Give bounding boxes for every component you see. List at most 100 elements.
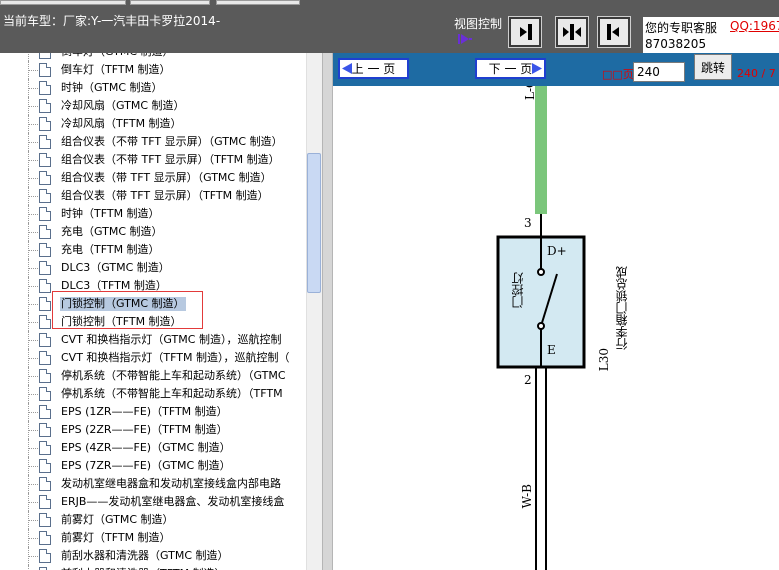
prev-page-label: 上 一 页	[351, 62, 396, 76]
tree-item[interactable]: 冷却风扇（GTMC 制造）	[0, 97, 306, 115]
document-icon	[39, 315, 51, 329]
tree-item[interactable]: 发动机室继电器盒和发动机室接线盒内部电路	[0, 475, 306, 493]
tree-branch-line	[29, 88, 38, 89]
document-icon	[39, 243, 51, 257]
tree-item[interactable]: ERJB——发动机室继电器盒、发动机室接线盒	[0, 493, 306, 511]
tree-item[interactable]: 门锁控制（GTMC 制造）	[0, 295, 306, 313]
tree-branch-line	[29, 538, 38, 539]
tree-item-label[interactable]: 充电（GTMC 制造）	[60, 225, 164, 239]
document-icon	[39, 423, 51, 437]
tree-item-label[interactable]: 充电（TFTM 制造）	[60, 243, 161, 257]
tree-branch-line	[29, 448, 38, 449]
tree-item[interactable]: EPS (4ZR——FE)（GTMC 制造）	[0, 439, 306, 457]
tree-item-label[interactable]: 时钟（TFTM 制造）	[60, 207, 161, 221]
tree-item-label[interactable]: CVT 和换档指示灯（GTMC 制造），巡航控制	[60, 333, 282, 347]
next-page-label: 下 一 页	[488, 62, 533, 76]
document-icon	[39, 495, 51, 509]
tree-item-label[interactable]: 门锁控制（GTMC 制造）	[60, 297, 186, 311]
qq-number: 87038205	[645, 37, 707, 51]
tree-scrollbar[interactable]	[306, 53, 322, 570]
tree-item-label[interactable]: 停机系统（不带智能上车和起动系统）（GTMC	[60, 369, 287, 383]
pin-e-label: E	[547, 343, 556, 357]
vehicle-title: 当前车型：厂家:Y-一汽丰田卡罗拉2014-	[3, 14, 221, 28]
tree-item[interactable]: 组合仪表（不带 TFT 显示屏）（TFTM 制造）	[0, 151, 306, 169]
tree-item[interactable]: 冷却风扇（TFTM 制造）	[0, 115, 306, 133]
tree-branch-line	[29, 376, 38, 377]
tree-item[interactable]: 充电（GTMC 制造）	[0, 223, 306, 241]
tree-item[interactable]: 前雾灯（GTMC 制造）	[0, 511, 306, 529]
jump-button[interactable]: 跳转	[694, 54, 732, 80]
panel-splitter[interactable]	[322, 53, 333, 570]
tree-item[interactable]: 前雾灯（TFTM 制造）	[0, 529, 306, 547]
qq-link[interactable]: QQ:1967	[730, 19, 779, 33]
wire-top-label: L-O	[523, 86, 537, 100]
tree-item[interactable]: 时钟（TFTM 制造）	[0, 205, 306, 223]
tree-item[interactable]: DLC3（TFTM 制造）	[0, 277, 306, 295]
tree-item[interactable]: DLC3（GTMC 制造）	[0, 259, 306, 277]
tree-item[interactable]: CVT 和换档指示灯（TFTM 制造），巡航控制（	[0, 349, 306, 367]
component-code-label: L30	[597, 348, 611, 372]
tree-item[interactable]: 组合仪表（不带 TFT 显示屏）（GTMC 制造）	[0, 133, 306, 151]
tree-item-label[interactable]: EPS (2ZR——FE)（TFTM 制造）	[60, 423, 229, 437]
tree-item[interactable]: 倒车灯（TFTM 制造）	[0, 61, 306, 79]
tree-branch-line	[29, 394, 38, 395]
view-split-button[interactable]	[555, 16, 589, 48]
tree-item-label[interactable]: ERJB——发动机室继电器盒、发动机室接线盒	[60, 495, 285, 509]
tree-item[interactable]: 充电（TFTM 制造）	[0, 241, 306, 259]
tree-item[interactable]: 前刮水器和清洗器（TFTM 制造）	[0, 565, 306, 570]
tree-item-label[interactable]: 发动机室继电器盒和发动机室接线盒内部电路	[60, 477, 282, 491]
tree-item[interactable]: 停机系统（不带智能上车和起动系统）（TFTM	[0, 385, 306, 403]
tree-item-label[interactable]: 组合仪表（带 TFT 显示屏）（GTMC 制造）	[60, 171, 273, 185]
document-icon	[39, 171, 51, 185]
top-tab-2[interactable]	[130, 0, 210, 5]
tree-item[interactable]: EPS (2ZR——FE)（TFTM 制造）	[0, 421, 306, 439]
tree-item-label[interactable]: DLC3（TFTM 制造）	[60, 279, 168, 293]
tree-item-label[interactable]: 组合仪表（带 TFT 显示屏）（TFTM 制造）	[60, 189, 270, 203]
tree-item-label[interactable]: 停机系统（不带智能上车和起动系统）（TFTM	[60, 387, 284, 401]
view-expand-right-button[interactable]	[508, 16, 542, 48]
tree-item-label[interactable]: 前雾灯（TFTM 制造）	[60, 531, 172, 545]
tree-item-label[interactable]: 倒车灯（TFTM 制造）	[60, 63, 172, 77]
tree-connector-line	[28, 53, 29, 61]
tree-item[interactable]: 组合仪表（带 TFT 显示屏）（TFTM 制造）	[0, 187, 306, 205]
page-input-label: □□页	[602, 68, 634, 81]
document-icon	[39, 279, 51, 293]
page-number-input[interactable]	[633, 62, 685, 82]
top-tab-1[interactable]	[0, 0, 126, 5]
top-tab-3[interactable]	[216, 0, 300, 5]
tree-item-label[interactable]: 冷却风扇（TFTM 制造）	[60, 117, 183, 131]
next-page-button[interactable]: 下 一 页	[475, 58, 546, 79]
tree-item[interactable]: 倒车灯（GTMC 制造）	[0, 53, 306, 61]
tree-branch-line	[29, 412, 38, 413]
prev-page-button[interactable]: 上 一 页	[338, 58, 409, 79]
tree-item[interactable]: 时钟（GTMC 制造）	[0, 79, 306, 97]
tree-item[interactable]: 前刮水器和清洗器（GTMC 制造）	[0, 547, 306, 565]
tree-item-label[interactable]: CVT 和换档指示灯（TFTM 制造），巡航控制（	[60, 351, 290, 365]
tree-item-label[interactable]: EPS (4ZR——FE)（GTMC 制造）	[60, 441, 232, 455]
tree-branch-line	[29, 520, 38, 521]
tree-connector-line	[28, 565, 29, 570]
top-wire-green	[535, 86, 547, 214]
tree-item-label[interactable]: 冷却风扇（GTMC 制造）	[60, 99, 186, 113]
tree-item-label[interactable]: EPS (1ZR——FE)（TFTM 制造）	[60, 405, 229, 419]
tree-item-label[interactable]: DLC3（GTMC 制造）	[60, 261, 171, 275]
document-icon	[39, 53, 51, 59]
tree-item[interactable]: EPS (1ZR——FE)（TFTM 制造）	[0, 403, 306, 421]
tree-item-label[interactable]: 前刮水器和清洗器（GTMC 制造）	[60, 549, 230, 563]
tree-item-label[interactable]: 组合仪表（不带 TFT 显示屏）（GTMC 制造）	[60, 135, 284, 149]
view-expand-left-button[interactable]	[597, 16, 631, 48]
tree-item[interactable]: 组合仪表（带 TFT 显示屏）（GTMC 制造）	[0, 169, 306, 187]
tree-item-label[interactable]: 前雾灯（GTMC 制造）	[60, 513, 175, 527]
document-icon	[39, 387, 51, 401]
tree-item-label[interactable]: 组合仪表（不带 TFT 显示屏）（TFTM 制造）	[60, 153, 281, 167]
tree-item[interactable]: 停机系统（不带智能上车和起动系统）（GTMC	[0, 367, 306, 385]
tree-item-label[interactable]: 倒车灯（GTMC 制造）	[60, 53, 175, 59]
tree-scrollbar-thumb[interactable]	[307, 153, 321, 293]
tree-item-label[interactable]: 门锁控制（TFTM 制造）	[60, 315, 183, 329]
tree-item-label[interactable]: 时钟（GTMC 制造）	[60, 81, 164, 95]
document-icon	[39, 531, 51, 545]
tree-item[interactable]: CVT 和换档指示灯（GTMC 制造），巡航控制	[0, 331, 306, 349]
tree-item-label[interactable]: EPS (7ZR——FE)（GTMC 制造）	[60, 459, 232, 473]
tree-item[interactable]: EPS (7ZR——FE)（GTMC 制造）	[0, 457, 306, 475]
tree-item[interactable]: 门锁控制（TFTM 制造）	[0, 313, 306, 331]
